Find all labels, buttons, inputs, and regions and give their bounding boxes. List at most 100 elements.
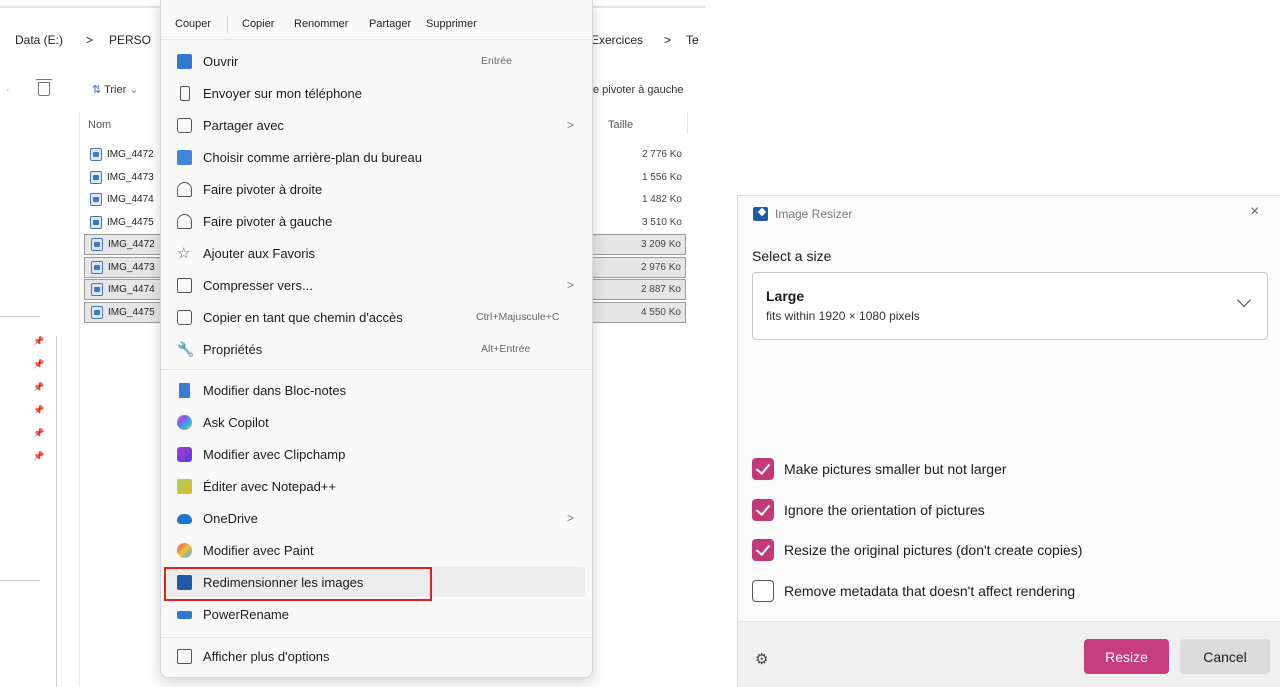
breadcrumb-separator: > bbox=[86, 33, 94, 47]
select-size-label: Select a size bbox=[752, 248, 832, 264]
menu-item[interactable]: Choisir comme arrière-plan du bureau bbox=[165, 142, 585, 172]
onedrive-icon bbox=[177, 514, 192, 524]
menu-separator bbox=[161, 369, 594, 370]
chevron-right-icon: > bbox=[567, 118, 575, 132]
menu-item[interactable]: ☆ Ajouter aux Favoris bbox=[165, 238, 585, 268]
option-checkbox-row[interactable]: Resize the original pictures (don't crea… bbox=[752, 538, 1082, 562]
rename-button[interactable]: Renommer bbox=[294, 18, 348, 30]
rotate-left-button[interactable]: e pivoter à gauche bbox=[593, 84, 684, 96]
toolbar-overflow-dot: · bbox=[6, 84, 10, 96]
open-image-icon bbox=[177, 54, 192, 69]
file-row[interactable]: IMG_4472 bbox=[84, 234, 164, 255]
menu-item[interactable]: Copier en tant que chemin d'accès Ctrl+Ma… bbox=[165, 302, 585, 332]
pin-icon[interactable]: 📌 bbox=[33, 382, 44, 393]
file-row[interactable]: IMG_4474 bbox=[84, 189, 164, 210]
share-button[interactable]: Partager bbox=[369, 18, 411, 30]
breadcrumb-perso[interactable]: PERSO bbox=[109, 33, 151, 47]
menu-item[interactable]: PowerRename bbox=[165, 599, 585, 629]
size-dropdown[interactable]: Large fits within 1920 × 1080 pixels bbox=[752, 272, 1268, 340]
menu-item[interactable]: Ask Copilot bbox=[165, 407, 585, 437]
menu-item[interactable]: Faire pivoter à droite bbox=[165, 174, 585, 204]
copy-path-icon bbox=[177, 310, 192, 325]
option-checkbox-row[interactable]: Remove metadata that doesn't affect rend… bbox=[752, 579, 1075, 603]
breadcrumb-separator: > bbox=[664, 33, 672, 47]
menu-item[interactable]: Modifier avec Paint bbox=[165, 535, 585, 565]
column-header-size[interactable]: Taille bbox=[608, 119, 633, 131]
resize-button[interactable]: Resize bbox=[1084, 639, 1169, 674]
option-label: Resize the original pictures (don't crea… bbox=[784, 542, 1083, 558]
file-row[interactable]: IMG_4473 bbox=[84, 256, 164, 278]
file-size: 2 887 Ko bbox=[592, 279, 686, 300]
column-header-name[interactable]: Nom bbox=[88, 119, 111, 131]
dialog-footer: ⚙ Resize Cancel bbox=[738, 621, 1280, 687]
sort-button[interactable]: ⇅ Trier ⌄ bbox=[92, 83, 139, 96]
menu-item-label: Modifier avec Clipchamp bbox=[203, 446, 346, 462]
pin-icon[interactable]: 📌 bbox=[33, 428, 44, 439]
file-row[interactable]: IMG_4472 bbox=[84, 144, 164, 165]
menu-item-label: Envoyer sur mon téléphone bbox=[203, 85, 362, 101]
menu-item-label: Modifier dans Bloc-notes bbox=[203, 382, 347, 398]
file-row[interactable]: IMG_4475 bbox=[84, 212, 164, 233]
nav-pane-divider bbox=[79, 112, 80, 687]
checkbox-checked[interactable] bbox=[752, 539, 774, 561]
notepadpp-icon bbox=[177, 479, 192, 494]
pin-icon[interactable]: 📌 bbox=[33, 405, 44, 416]
menu-item-shortcut: Ctrl+Majuscule+C bbox=[476, 311, 560, 323]
context-menu-action-bar: Couper Copier Renommer Partager Supprime… bbox=[161, 0, 594, 40]
menu-item[interactable]: Modifier avec Clipchamp bbox=[165, 439, 585, 469]
menu-item[interactable]: Ouvrir Entrée bbox=[165, 46, 585, 76]
share-icon bbox=[177, 118, 192, 133]
pin-icon[interactable]: 📌 bbox=[33, 336, 44, 347]
menu-item[interactable]: Afficher plus d'options bbox=[165, 641, 585, 671]
menu-item[interactable]: Compresser vers... > bbox=[165, 270, 585, 300]
menu-item-label: PowerRename bbox=[203, 606, 289, 622]
breadcrumb-te[interactable]: Te bbox=[686, 33, 699, 47]
delete-button[interactable]: Supprimer bbox=[426, 18, 477, 30]
image-file-icon bbox=[91, 260, 103, 274]
file-row[interactable]: IMG_4473 bbox=[84, 167, 164, 188]
menu-item-label: Partager avec bbox=[203, 117, 284, 133]
file-name: IMG_4475 bbox=[107, 216, 154, 228]
checkbox-unchecked[interactable] bbox=[752, 580, 774, 602]
file-name: IMG_4475 bbox=[108, 306, 155, 318]
menu-item[interactable]: Envoyer sur mon téléphone bbox=[165, 78, 585, 108]
breadcrumb-exercices[interactable]: Exercices bbox=[591, 33, 643, 47]
cut-button[interactable]: Couper bbox=[175, 18, 211, 30]
size-name: Large bbox=[766, 288, 805, 304]
menu-item[interactable]: Faire pivoter à gauche bbox=[165, 206, 585, 236]
chevron-right-icon: > bbox=[567, 511, 575, 525]
checkbox-checked[interactable] bbox=[752, 499, 774, 521]
image-file-icon bbox=[91, 238, 103, 251]
menu-item[interactable]: Modifier dans Bloc-notes bbox=[165, 375, 585, 405]
clipchamp-icon bbox=[177, 447, 192, 462]
gear-icon[interactable]: ⚙ bbox=[755, 650, 768, 668]
file-size: 1 482 Ko bbox=[641, 194, 682, 205]
copy-button[interactable]: Copier bbox=[242, 18, 274, 30]
menu-item-label: Faire pivoter à droite bbox=[203, 181, 323, 197]
menu-item-shortcut: Entrée bbox=[481, 55, 512, 67]
option-checkbox-row[interactable]: Make pictures smaller but not larger bbox=[752, 457, 1007, 481]
screenshot-root: Data (E:) > PERSO Exercices > Te · ⇅ Tri… bbox=[0, 0, 1280, 687]
close-icon[interactable]: × bbox=[1250, 203, 1259, 221]
file-row[interactable]: IMG_4474 bbox=[84, 279, 164, 300]
menu-item[interactable]: Éditer avec Notepad++ bbox=[165, 471, 585, 501]
menu-item-label: Ask Copilot bbox=[203, 414, 269, 430]
checkbox-checked[interactable] bbox=[752, 458, 774, 480]
cancel-button[interactable]: Cancel bbox=[1180, 639, 1270, 674]
menu-item-label: Ajouter aux Favoris bbox=[203, 245, 315, 261]
image-file-icon bbox=[91, 305, 103, 319]
menu-separator bbox=[161, 637, 594, 638]
option-checkbox-row[interactable]: Ignore the orientation of pictures bbox=[752, 498, 985, 522]
pin-icon[interactable]: 📌 bbox=[33, 451, 44, 462]
trash-icon[interactable] bbox=[36, 79, 52, 96]
pin-icon[interactable]: 📌 bbox=[33, 359, 44, 370]
breadcrumb-drive[interactable]: Data (E:) bbox=[15, 33, 63, 47]
image-resizer-dialog: Image Resizer × Select a size Large fits… bbox=[737, 195, 1280, 687]
menu-item-label: Faire pivoter à gauche bbox=[203, 213, 333, 229]
menu-item[interactable]: 🔧 Propriétés Alt+Entrée bbox=[165, 334, 585, 364]
menu-item[interactable]: Partager avec > bbox=[165, 110, 585, 140]
rotate-left-icon bbox=[177, 214, 192, 229]
file-row[interactable]: IMG_4475 bbox=[84, 301, 164, 323]
menu-item-label: Ouvrir bbox=[203, 53, 239, 69]
menu-item[interactable]: OneDrive > bbox=[165, 503, 585, 533]
